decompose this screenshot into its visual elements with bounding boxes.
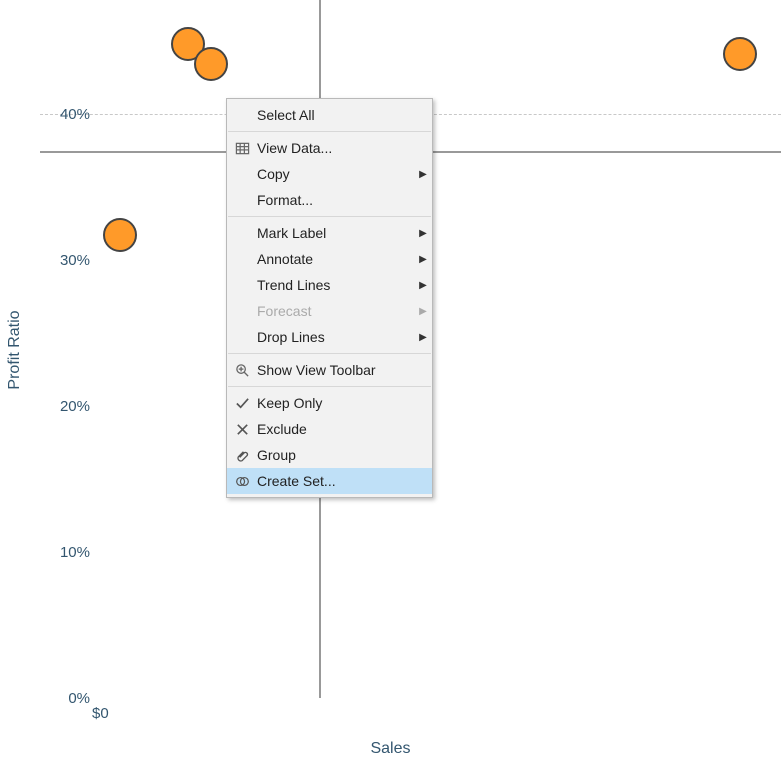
menu-create-set[interactable]: Create Set... (227, 468, 432, 494)
menu-separator (228, 353, 431, 354)
menu-group[interactable]: Group (227, 442, 432, 468)
check-icon (227, 396, 257, 411)
submenu-arrow-icon: ▶ (414, 306, 432, 317)
menu-view-data[interactable]: View Data... (227, 135, 432, 161)
menu-forecast: Forecast ▶ (227, 298, 432, 324)
menu-item-label: Create Set... (257, 473, 414, 489)
y-tick-40: 40% (10, 106, 90, 123)
menu-separator (228, 131, 431, 132)
data-point[interactable] (194, 47, 228, 81)
submenu-arrow-icon: ▶ (414, 169, 432, 180)
menu-select-all[interactable]: Select All (227, 102, 432, 128)
menu-copy[interactable]: Copy ▶ (227, 161, 432, 187)
menu-item-label: Keep Only (257, 395, 414, 411)
submenu-arrow-icon: ▶ (414, 280, 432, 291)
menu-annotate[interactable]: Annotate ▶ (227, 246, 432, 272)
menu-item-label: View Data... (257, 140, 414, 156)
menu-item-label: Mark Label (257, 225, 414, 241)
menu-separator (228, 216, 431, 217)
x-icon (227, 422, 257, 437)
menu-item-label: Trend Lines (257, 277, 414, 293)
menu-keep-only[interactable]: Keep Only (227, 390, 432, 416)
submenu-arrow-icon: ▶ (414, 228, 432, 239)
y-tick-10: 10% (10, 544, 90, 561)
menu-item-label: Annotate (257, 251, 414, 267)
y-tick-20: 20% (10, 398, 90, 415)
venn-icon (227, 474, 257, 489)
menu-item-label: Exclude (257, 421, 414, 437)
menu-item-label: Format... (257, 192, 414, 208)
menu-item-label: Copy (257, 166, 414, 182)
menu-trend-lines[interactable]: Trend Lines ▶ (227, 272, 432, 298)
submenu-arrow-icon: ▶ (414, 332, 432, 343)
menu-item-label: Group (257, 447, 414, 463)
menu-show-view-toolbar[interactable]: Show View Toolbar (227, 357, 432, 383)
menu-drop-lines[interactable]: Drop Lines ▶ (227, 324, 432, 350)
data-point[interactable] (103, 218, 137, 252)
menu-mark-label[interactable]: Mark Label ▶ (227, 220, 432, 246)
grid-icon (227, 141, 257, 156)
zoom-icon (227, 363, 257, 378)
menu-format[interactable]: Format... (227, 187, 432, 213)
y-axis-label: Profit Ratio (6, 310, 24, 389)
menu-exclude[interactable]: Exclude (227, 416, 432, 442)
menu-item-label: Forecast (257, 303, 414, 319)
clip-icon (227, 448, 257, 463)
x-axis-label: Sales (0, 740, 781, 758)
menu-item-label: Select All (257, 107, 414, 123)
context-menu: Select All View Data... Copy ▶ Format... (226, 98, 433, 498)
menu-item-label: Drop Lines (257, 329, 414, 345)
y-tick-30: 30% (10, 252, 90, 269)
y-tick-0: 0% (10, 690, 90, 707)
menu-item-label: Show View Toolbar (257, 362, 414, 378)
data-point[interactable] (723, 37, 757, 71)
submenu-arrow-icon: ▶ (414, 254, 432, 265)
x-tick-0: $0 (92, 705, 109, 722)
menu-separator (228, 386, 431, 387)
chart-view: { "chart_data": { "type": "scatter", "xl… (0, 0, 781, 763)
